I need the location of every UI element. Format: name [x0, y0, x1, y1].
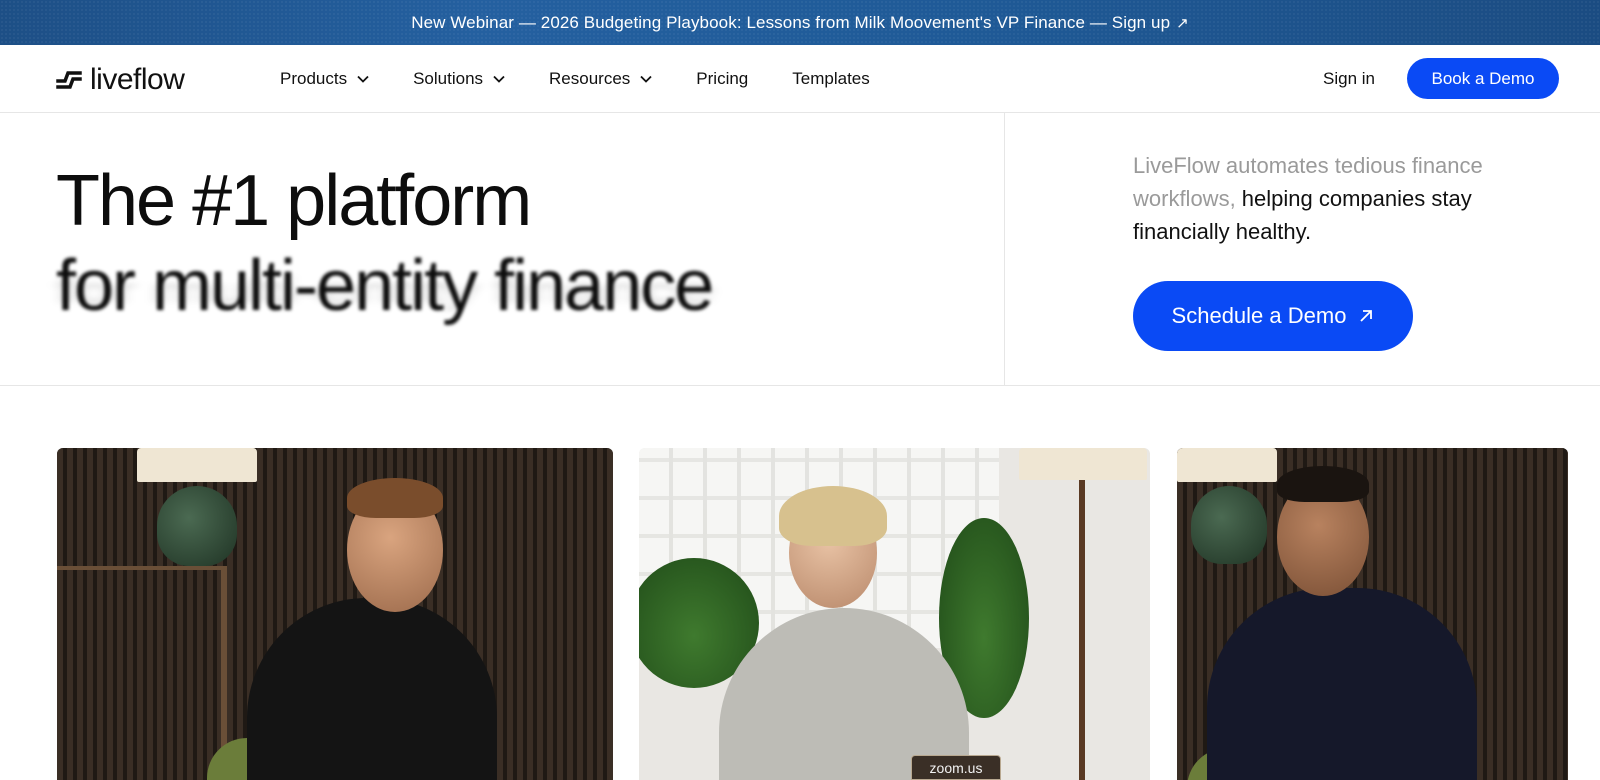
nav-item-label: Products [280, 69, 348, 88]
person-hair [347, 478, 443, 518]
lamp-pole [1079, 480, 1085, 780]
banner-text: New Webinar — 2026 Budgeting Playbook: L… [411, 12, 1171, 32]
customer-video-card-2[interactable] [639, 448, 1150, 780]
hero-description: LiveFlow automates tedious finance workf… [1133, 149, 1533, 248]
top-navigation: liveflow Products Solutions Resources Pr… [0, 45, 1600, 113]
schedule-demo-button[interactable]: Schedule a Demo [1133, 281, 1413, 351]
nav-item-products[interactable]: Products [280, 69, 369, 89]
customer-video-card-3[interactable] [1177, 448, 1568, 780]
hero-headline-line-2: for multi-entity finance [56, 246, 714, 326]
nav-item-pricing[interactable]: Pricing [696, 69, 748, 89]
book-demo-button[interactable]: Book a Demo [1407, 58, 1559, 99]
announcement-banner: New Webinar — 2026 Budgeting Playbook: L… [0, 0, 1600, 45]
hero-section: The #1 platform for multi-entity finance… [0, 113, 1600, 386]
arrow-up-right-icon [1360, 310, 1373, 322]
customer-video-card-1[interactable] [57, 448, 613, 780]
lamp-base [1191, 486, 1267, 564]
nav-item-resources[interactable]: Resources [549, 69, 652, 89]
bookshelf [57, 566, 227, 780]
nav-item-label: Templates [792, 69, 870, 88]
nav-item-label: Pricing [696, 69, 749, 88]
lamp-shade [137, 448, 257, 482]
hero-headline-line-1: The #1 platform [56, 161, 532, 241]
lamp-base [157, 486, 237, 566]
arrow-up-right-icon: ↗ [1176, 14, 1189, 32]
lamp-shade [1177, 448, 1277, 482]
chevron-down-icon [357, 75, 369, 83]
chevron-down-icon [493, 75, 505, 83]
lamp-shade [1019, 448, 1147, 480]
liveflow-logo-icon [56, 71, 82, 89]
person-hair [779, 486, 887, 546]
chevron-down-icon [640, 75, 652, 83]
sign-in-link[interactable]: Sign in [1323, 69, 1375, 89]
nav-item-label: Resources [549, 69, 631, 88]
nav-item-solutions[interactable]: Solutions [413, 69, 505, 89]
nav-item-label: Solutions [413, 69, 484, 88]
nav-menu: Products Solutions Resources Pricing Tem… [280, 45, 914, 113]
hero-divider [1004, 113, 1005, 386]
nav-item-templates[interactable]: Templates [792, 69, 869, 89]
schedule-demo-label: Schedule a Demo [1171, 303, 1347, 328]
logo-text: liveflow [90, 63, 185, 96]
person-hair [1277, 466, 1369, 502]
zoom-label: zoom.us [911, 755, 1001, 780]
webinar-signup-link[interactable]: New Webinar — 2026 Budgeting Playbook: L… [411, 13, 1189, 33]
logo[interactable]: liveflow [56, 63, 185, 97]
